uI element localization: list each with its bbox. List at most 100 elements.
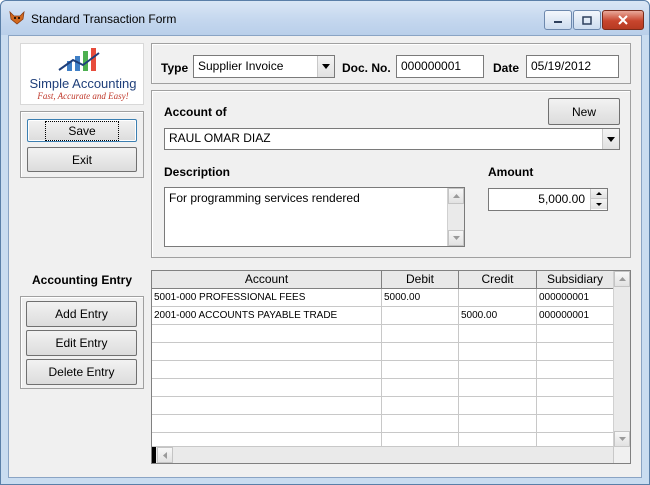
- empty-cell: [152, 415, 382, 433]
- grid-body: 5001-000 PROFESSIONAL FEES 5000.00 00000…: [152, 289, 614, 451]
- docno-value: 000000001: [401, 59, 462, 73]
- column-header-subsidiary[interactable]: Subsidiary: [537, 271, 614, 289]
- grid-vertical-scrollbar[interactable]: [613, 271, 630, 447]
- empty-row[interactable]: [152, 397, 614, 415]
- edit-entry-label: Edit Entry: [55, 336, 108, 350]
- empty-cell: [382, 325, 459, 343]
- date-input[interactable]: 05/19/2012: [526, 55, 619, 78]
- description-textarea[interactable]: For programming services rendered: [164, 187, 465, 247]
- docno-input[interactable]: 000000001: [396, 55, 484, 78]
- empty-row[interactable]: [152, 361, 614, 379]
- description-scrollbar[interactable]: [447, 188, 464, 246]
- accounting-entry-label: Accounting Entry: [32, 273, 133, 287]
- type-dropdown-arrow[interactable]: [317, 56, 334, 77]
- empty-cell: [382, 379, 459, 397]
- type-label: Type: [161, 61, 189, 75]
- empty-cell: [537, 343, 614, 361]
- save-label: Save: [45, 120, 119, 141]
- exit-button[interactable]: Exit: [27, 147, 137, 172]
- empty-cell: [537, 361, 614, 379]
- scroll-up-button[interactable]: [614, 271, 630, 287]
- cell-credit: [459, 289, 537, 307]
- empty-cell: [537, 325, 614, 343]
- scroll-down-button[interactable]: [448, 230, 464, 246]
- save-button[interactable]: Save: [27, 119, 137, 142]
- empty-cell: [537, 379, 614, 397]
- table-row[interactable]: 5001-000 PROFESSIONAL FEES 5000.00 00000…: [152, 289, 614, 307]
- add-entry-button[interactable]: Add Entry: [26, 301, 137, 327]
- cell-account: 5001-000 PROFESSIONAL FEES: [152, 289, 382, 307]
- scroll-down-button[interactable]: [614, 431, 630, 447]
- amount-spinbox[interactable]: 5,000.00: [488, 188, 608, 211]
- new-label: New: [571, 104, 596, 119]
- empty-cell: [537, 397, 614, 415]
- logo-title: Simple Accounting: [29, 76, 137, 91]
- empty-cell: [537, 415, 614, 433]
- docno-label: Doc. No.: [342, 61, 391, 75]
- account-value: RAUL OMAR DIAZ: [169, 131, 271, 145]
- chevron-down-icon: [618, 437, 626, 441]
- amount-label: Amount: [488, 165, 534, 179]
- empty-cell: [459, 379, 537, 397]
- edit-entry-button[interactable]: Edit Entry: [26, 330, 137, 356]
- row-indicator: [152, 447, 156, 463]
- chevron-up-icon: [452, 194, 460, 198]
- cell-debit: 5000.00: [382, 289, 459, 307]
- close-button[interactable]: [602, 10, 644, 30]
- cell-account: 2001-000 ACCOUNTS PAYABLE TRADE: [152, 307, 382, 325]
- spin-up-button[interactable]: [591, 189, 607, 199]
- chevron-down-icon: [322, 64, 330, 69]
- description-value: For programming services rendered: [169, 191, 360, 205]
- amount-value: 5,000.00: [538, 192, 585, 206]
- chevron-down-icon: [607, 136, 615, 142]
- transaction-window: Standard Transaction Form Simple Account…: [0, 0, 650, 485]
- account-select[interactable]: RAUL OMAR DIAZ: [164, 128, 620, 150]
- spin-down-button[interactable]: [591, 199, 607, 209]
- empty-cell: [382, 415, 459, 433]
- window-title: Standard Transaction Form: [31, 12, 177, 26]
- grid-header: Account Debit Credit Subsidiary: [152, 271, 614, 289]
- empty-cell: [152, 361, 382, 379]
- entries-grid[interactable]: Account Debit Credit Subsidiary 5001-000…: [151, 270, 631, 464]
- account-dropdown-arrow[interactable]: [602, 129, 619, 149]
- scrollbar-corner: [613, 446, 630, 463]
- delete-entry-label: Delete Entry: [48, 365, 115, 379]
- table-row[interactable]: 2001-000 ACCOUNTS PAYABLE TRADE 5000.00 …: [152, 307, 614, 325]
- new-account-button[interactable]: New: [548, 98, 620, 125]
- type-select[interactable]: Supplier Invoice: [193, 55, 335, 78]
- empty-row[interactable]: [152, 325, 614, 343]
- maximize-icon: [582, 15, 592, 25]
- empty-cell: [152, 325, 382, 343]
- date-value: 05/19/2012: [531, 59, 592, 73]
- scroll-left-button[interactable]: [157, 447, 173, 463]
- column-header-credit[interactable]: Credit: [459, 271, 537, 289]
- empty-row[interactable]: [152, 415, 614, 433]
- column-header-debit[interactable]: Debit: [382, 271, 459, 289]
- date-label: Date: [493, 61, 520, 75]
- empty-cell: [459, 415, 537, 433]
- exit-label: Exit: [71, 152, 92, 167]
- cell-credit: 5000.00: [459, 307, 537, 325]
- chevron-left-icon: [163, 451, 167, 459]
- grid-horizontal-scrollbar[interactable]: [152, 446, 614, 463]
- scroll-up-button[interactable]: [448, 188, 464, 204]
- delete-entry-button[interactable]: Delete Entry: [26, 359, 137, 385]
- maximize-button[interactable]: [573, 10, 601, 30]
- amount-spin-buttons[interactable]: [590, 189, 607, 210]
- logo-tagline: Fast, Accurate and Easy!: [37, 91, 129, 101]
- chevron-down-icon: [596, 202, 602, 206]
- empty-cell: [382, 397, 459, 415]
- empty-cell: [459, 361, 537, 379]
- empty-cell: [152, 343, 382, 361]
- logo-graphic: [58, 48, 100, 71]
- column-header-account[interactable]: Account: [152, 271, 382, 289]
- empty-row[interactable]: [152, 343, 614, 361]
- form-client-area: Simple Accounting Fast, Accurate and Eas…: [8, 35, 642, 478]
- empty-row[interactable]: [152, 379, 614, 397]
- title-bar[interactable]: Standard Transaction Form: [1, 1, 649, 35]
- cell-subsidiary: 000000001: [537, 307, 614, 325]
- chevron-up-icon: [596, 192, 602, 195]
- minimize-button[interactable]: [544, 10, 572, 30]
- fox-app-icon: [9, 11, 25, 25]
- logo: Simple Accounting Fast, Accurate and Eas…: [20, 43, 144, 105]
